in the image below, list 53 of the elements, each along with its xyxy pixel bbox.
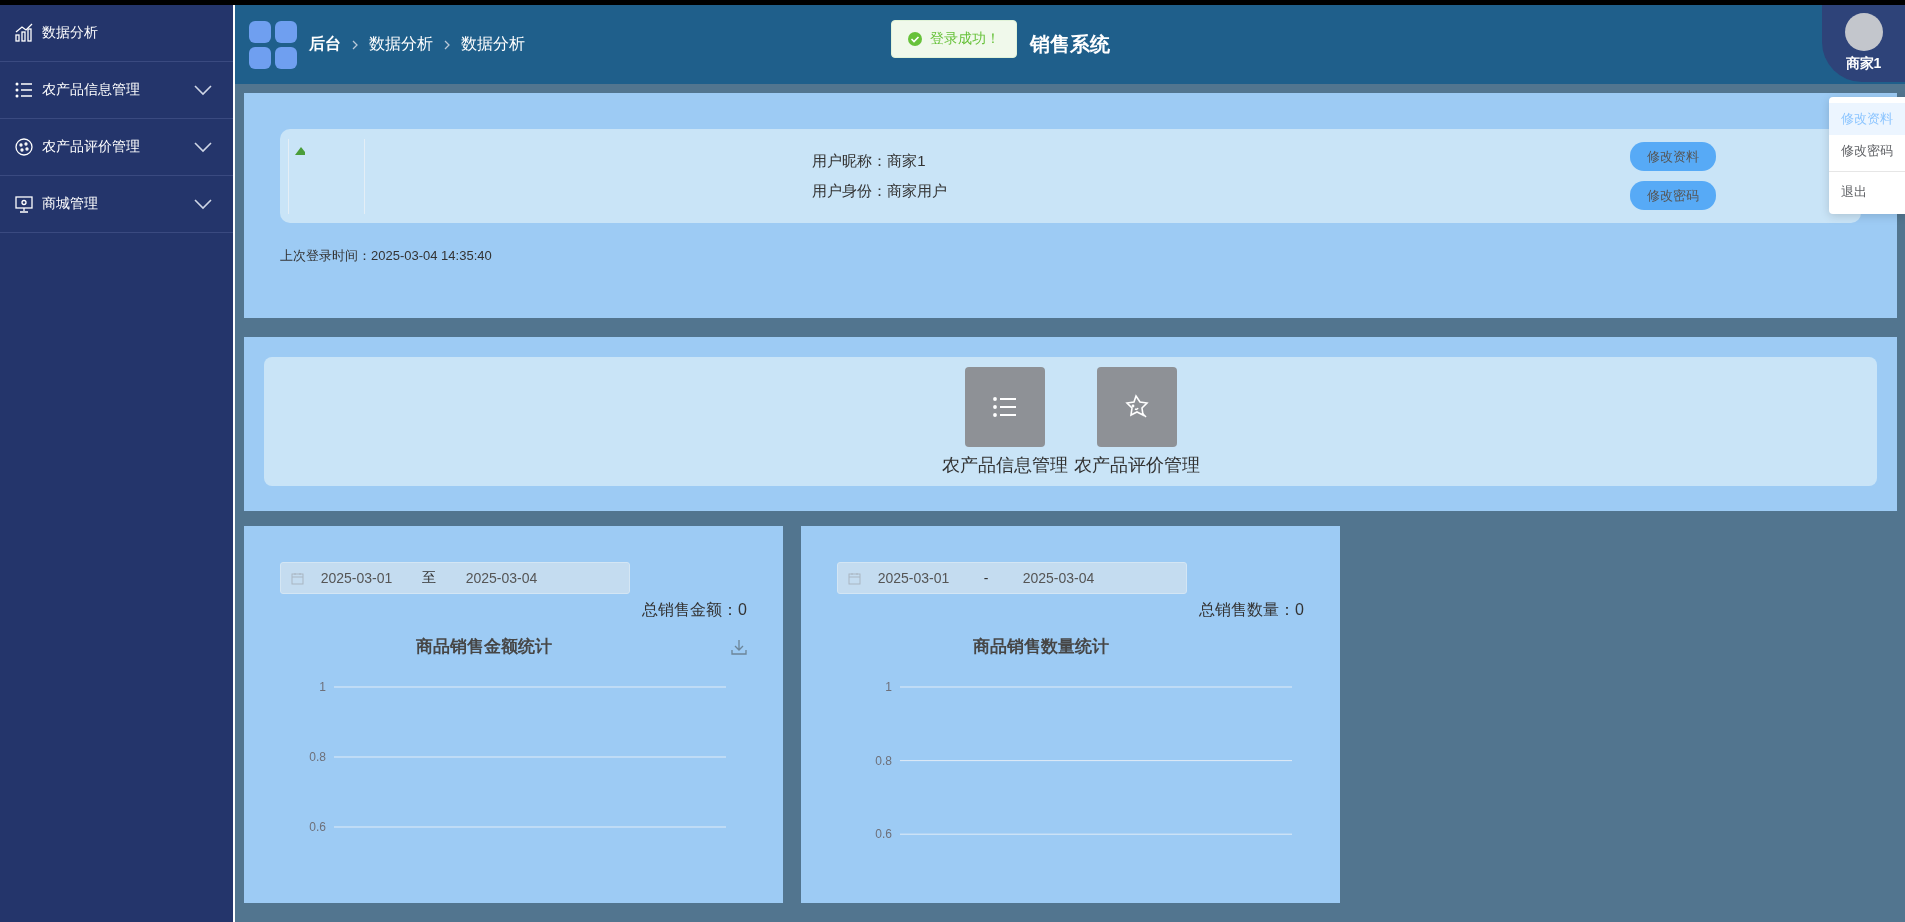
calendar-icon xyxy=(291,571,304,585)
chevron-icon xyxy=(193,198,213,210)
y-tick-label: 1 xyxy=(319,680,326,694)
shortcut-tile[interactable] xyxy=(1096,367,1177,447)
y-tick-label: 0.6 xyxy=(875,827,892,842)
app-title: 销售系统 xyxy=(1030,32,1110,57)
user-name: 商家1 xyxy=(1845,55,1882,73)
breadcrumb-link[interactable]: 数据分析 xyxy=(461,34,525,55)
y-tick-label: 1 xyxy=(885,680,892,694)
breadcrumb-link[interactable]: 后台 xyxy=(309,34,341,55)
shortcut-tile[interactable] xyxy=(964,367,1045,447)
start-date: 2025-03-01 xyxy=(319,570,394,586)
download-icon[interactable] xyxy=(731,639,747,655)
profile-field: 用户身份：商家用户 xyxy=(812,176,1337,206)
range-separator: 至 xyxy=(421,569,437,587)
user-avatar-button[interactable]: 商家1 xyxy=(1822,5,1905,82)
bar-chart-icon xyxy=(14,23,34,43)
y-tick-label: 0.8 xyxy=(875,753,892,768)
chart-title: 商品销售数量统计 xyxy=(972,637,1109,656)
chart-title: 商品销售金额统计 xyxy=(415,637,552,656)
chevron-icon xyxy=(193,84,213,96)
list-icon xyxy=(14,80,34,100)
y-tick-label: 0.6 xyxy=(309,820,326,834)
profile-field: 用户昵称：商家1 xyxy=(812,146,1337,176)
chevron-right-icon xyxy=(351,38,359,51)
chevron-right-icon xyxy=(443,38,451,51)
total-text: 总销售金额：0 xyxy=(641,600,747,620)
total-text: 总销售数量：0 xyxy=(1198,600,1304,620)
last-login-text: 上次登录时间：2025-03-04 14:35:40 xyxy=(280,247,492,265)
chevron-icon xyxy=(193,141,213,153)
sidebar-item[interactable]: 农产品评价管理 xyxy=(0,119,233,176)
date-range-picker[interactable]: 2025-03-01 - 2025-03-04 xyxy=(837,562,1187,594)
calendar-icon xyxy=(848,571,861,585)
date-range-picker[interactable]: 2025-03-01 至 2025-03-04 xyxy=(280,562,630,594)
monitor-icon xyxy=(14,194,34,214)
end-date: 2025-03-04 xyxy=(1021,570,1096,586)
shortcut-label[interactable]: 农产品信息管理 xyxy=(941,453,1068,477)
start-date: 2025-03-01 xyxy=(876,570,951,586)
breadcrumb-link[interactable]: 数据分析 xyxy=(369,34,433,55)
menu-item[interactable]: 退出 xyxy=(1829,176,1905,208)
sidebar-item[interactable]: 商城管理 xyxy=(0,176,233,233)
logo-icon xyxy=(249,20,297,69)
shortcut-label[interactable]: 农产品评价管理 xyxy=(1073,453,1200,477)
range-separator: - xyxy=(982,570,990,586)
palette-icon xyxy=(14,137,34,157)
end-date: 2025-03-04 xyxy=(464,570,539,586)
menu-item[interactable]: 修改密码 xyxy=(1829,135,1905,167)
y-tick-label: 0.8 xyxy=(309,750,326,764)
toast-message: 登录成功！ xyxy=(930,30,1000,48)
sidebar-item[interactable]: 数据分析 xyxy=(0,5,233,62)
sidebar-item[interactable]: 农产品信息管理 xyxy=(0,62,233,119)
check-circle-icon xyxy=(908,32,922,46)
avatar-icon xyxy=(1844,13,1883,51)
